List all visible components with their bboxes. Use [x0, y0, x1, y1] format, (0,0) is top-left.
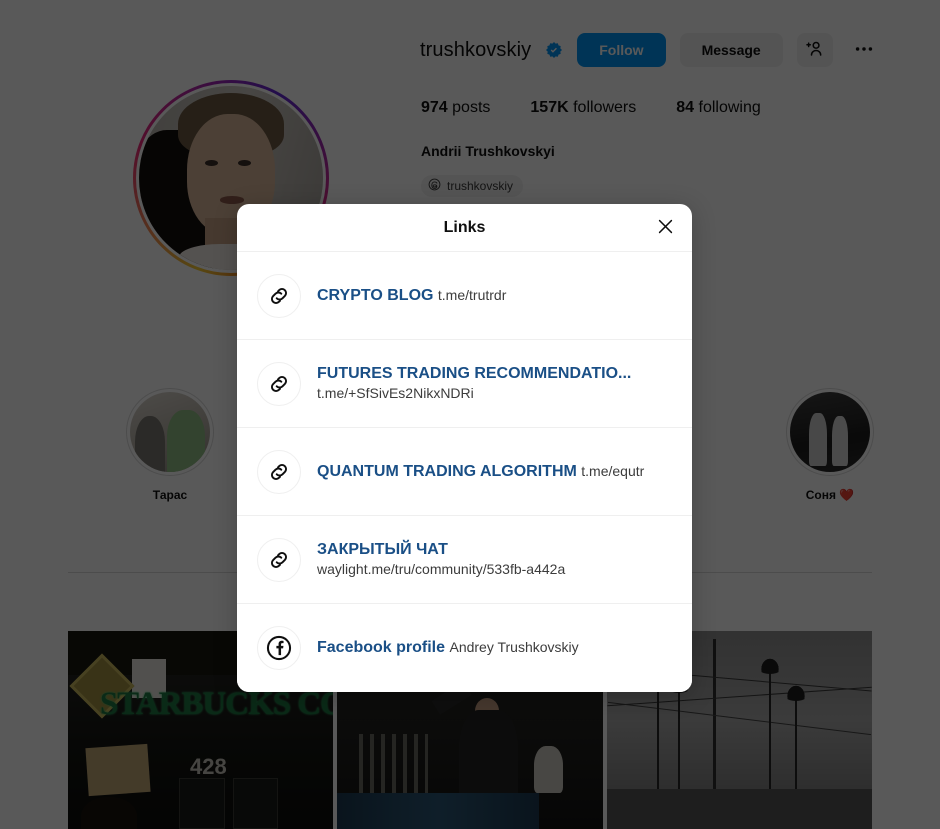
instagram-profile-screen: trushkovskiy Follow Message — [0, 0, 940, 829]
close-icon — [656, 217, 675, 239]
link-text: CRYPTO BLOG t.me/trutrdr — [317, 286, 672, 306]
link-url: Andrey Trushkovskiy — [449, 639, 579, 655]
link-text: Facebook profile Andrey Trushkovskiy — [317, 638, 672, 658]
links-modal: Links CRYPTO BLOG t.me/trutrdr FUTURES T… — [237, 204, 692, 692]
link-row[interactable]: ЗАКРЫТЫЙ ЧАТ waylight.me/tru/community/5… — [237, 516, 692, 604]
links-list: CRYPTO BLOG t.me/trutrdr FUTURES TRADING… — [237, 252, 692, 692]
link-title: FUTURES TRADING RECOMMENDATIO... — [317, 365, 632, 382]
link-text: QUANTUM TRADING ALGORITHM t.me/equtr — [317, 462, 672, 482]
link-url: t.me/trutrdr — [437, 286, 507, 303]
modal-header: Links — [237, 204, 692, 252]
close-button[interactable] — [652, 215, 678, 241]
link-chain-icon — [257, 273, 301, 318]
link-row[interactable]: CRYPTO BLOG t.me/trutrdr — [237, 252, 692, 340]
link-title: QUANTUM TRADING ALGORITHM — [317, 462, 577, 480]
link-title: Facebook profile — [317, 639, 446, 656]
link-title: CRYPTO BLOG — [317, 286, 434, 304]
link-url: t.me/equtr — [581, 462, 645, 479]
link-chain-icon — [257, 361, 301, 406]
link-text: ЗАКРЫТЫЙ ЧАТ waylight.me/tru/community/5… — [317, 540, 672, 579]
link-row[interactable]: FUTURES TRADING RECOMMENDATIO... t.me/+S… — [237, 340, 692, 428]
link-url: t.me/+SfSivEs2NikxNDRi — [317, 385, 474, 401]
link-row[interactable]: Facebook profile Andrey Trushkovskiy — [237, 604, 692, 692]
link-title: ЗАКРЫТЫЙ ЧАТ — [317, 541, 448, 558]
link-chain-icon — [257, 449, 301, 494]
link-row[interactable]: QUANTUM TRADING ALGORITHM t.me/equtr — [237, 428, 692, 516]
link-text: FUTURES TRADING RECOMMENDATIO... t.me/+S… — [317, 364, 672, 403]
facebook-icon — [257, 626, 301, 670]
modal-title: Links — [443, 218, 486, 236]
link-url: waylight.me/tru/community/533fb-a442a — [317, 561, 566, 577]
link-chain-icon — [257, 537, 301, 582]
